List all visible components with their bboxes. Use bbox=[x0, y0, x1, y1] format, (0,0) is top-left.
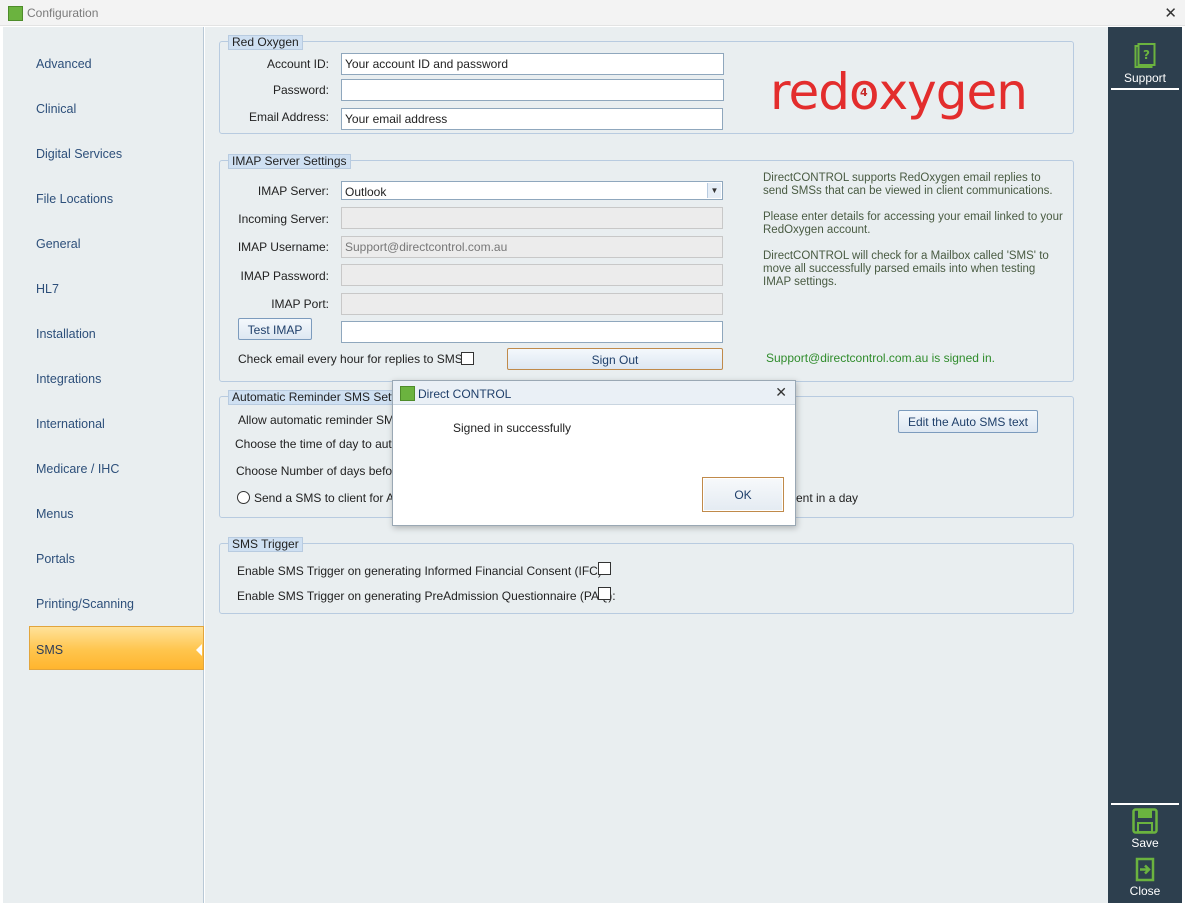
imap-group-title: IMAP Server Settings bbox=[228, 154, 351, 169]
save-label: Save bbox=[1131, 836, 1159, 850]
dialog-ok-button[interactable]: OK bbox=[702, 477, 784, 512]
support-label: Support bbox=[1123, 71, 1167, 85]
bottom-divider bbox=[1111, 803, 1179, 805]
imap-info-3-line3: IMAP settings. bbox=[763, 276, 837, 288]
window-close-icon[interactable]: ✕ bbox=[1164, 4, 1177, 22]
sidebar-item-international[interactable]: International bbox=[36, 417, 105, 431]
imap-password-field[interactable] bbox=[341, 264, 723, 286]
support-divider bbox=[1111, 88, 1179, 90]
signed-in-status: Support@directcontrol.com.au is signed i… bbox=[766, 351, 995, 365]
window-titlebar: Configuration ✕ bbox=[0, 0, 1185, 26]
incoming-server-field[interactable] bbox=[341, 207, 723, 229]
imap-username-label: IMAP Username: bbox=[237, 240, 329, 254]
ifc-trigger-label: Enable SMS Trigger on generating Informe… bbox=[237, 564, 606, 578]
dialog-message: Signed in successfully bbox=[453, 421, 572, 435]
check-email-label: Check email every hour for replies to SM… bbox=[238, 352, 472, 366]
check-email-checkbox[interactable] bbox=[461, 352, 474, 365]
test-imap-button[interactable]: Test IMAP bbox=[238, 318, 312, 340]
dialog-title: Direct CONTROL bbox=[418, 387, 512, 401]
red-oxygen-group-title: Red Oxygen bbox=[228, 35, 303, 50]
imap-server-value: Outlook bbox=[345, 185, 387, 199]
sidebar-item-hl7[interactable]: HL7 bbox=[36, 282, 59, 296]
sidebar-item-portals[interactable]: Portals bbox=[36, 552, 75, 566]
sidebar-item-installation[interactable]: Installation bbox=[36, 327, 96, 341]
password-field[interactable] bbox=[341, 79, 724, 101]
sidebar-item-advanced[interactable]: Advanced bbox=[36, 57, 92, 71]
dialog-titlebar: Direct CONTROL ✕ bbox=[393, 381, 795, 405]
imap-info-3: DirectCONTROL will check for a Mailbox c… bbox=[763, 250, 1049, 289]
dropdown-arrow-icon[interactable]: ▼ bbox=[707, 183, 721, 198]
password-label: Password: bbox=[272, 83, 329, 97]
imap-info-1-line2: send SMSs that can be viewed in client c… bbox=[763, 185, 1053, 197]
logo-four: 4 bbox=[859, 86, 868, 99]
sms-trigger-group-title: SMS Trigger bbox=[228, 537, 303, 552]
sms-trigger-group: SMS Trigger bbox=[219, 537, 1074, 614]
imap-info-2-line1: Please enter details for accessing your … bbox=[763, 211, 1063, 223]
window-title: Configuration bbox=[27, 6, 99, 20]
settings-sidebar: Advanced Clinical Digital Services File … bbox=[3, 27, 204, 903]
sign-out-button[interactable]: Sign Out bbox=[507, 348, 723, 370]
action-bar: ? Support Save Close bbox=[1108, 27, 1182, 903]
logo-text-red: red bbox=[770, 63, 850, 121]
imap-info-2-line2: RedOxygen account. bbox=[763, 224, 871, 236]
send-all-radio-label: Send a SMS to client for ALL bbox=[254, 491, 408, 505]
ifc-trigger-checkbox[interactable] bbox=[598, 562, 611, 575]
save-icon bbox=[1132, 808, 1158, 834]
imap-port-field[interactable] bbox=[341, 293, 723, 315]
sidebar-item-medicare-ihc[interactable]: Medicare / IHC bbox=[36, 462, 119, 476]
sidebar-item-integrations[interactable]: Integrations bbox=[36, 372, 101, 386]
paq-trigger-label: Enable SMS Trigger on generating PreAdmi… bbox=[237, 589, 616, 603]
imap-info-3-line1: DirectCONTROL will check for a Mailbox c… bbox=[763, 250, 1049, 262]
logo-o: o4 bbox=[849, 63, 880, 121]
app-icon bbox=[8, 6, 23, 21]
save-button[interactable]: Save bbox=[1108, 808, 1182, 850]
test-imap-result-field[interactable] bbox=[341, 321, 723, 343]
sidebar-item-printing-scanning[interactable]: Printing/Scanning bbox=[36, 597, 134, 611]
imap-password-label: IMAP Password: bbox=[240, 269, 329, 283]
email-address-label: Email Address: bbox=[248, 110, 329, 124]
redoxygen-logo: redo 4 xygen bbox=[770, 63, 1028, 121]
close-button[interactable]: Close bbox=[1108, 857, 1182, 898]
help-document-icon: ? bbox=[1134, 43, 1156, 68]
incoming-server-label: Incoming Server: bbox=[238, 212, 329, 226]
paq-trigger-checkbox[interactable] bbox=[598, 587, 611, 600]
sidebar-item-general[interactable]: General bbox=[36, 237, 80, 251]
sidebar-item-clinical[interactable]: Clinical bbox=[36, 102, 76, 116]
imap-server-dropdown[interactable]: Outlook ▼ bbox=[341, 181, 723, 200]
days-before-label: Choose Number of days before bbox=[236, 464, 403, 478]
email-address-field[interactable]: Your email address bbox=[341, 108, 723, 130]
time-of-day-label: Choose the time of day to auto bbox=[235, 437, 399, 451]
support-button[interactable]: ? Support bbox=[1108, 43, 1182, 85]
svg-text:?: ? bbox=[1143, 48, 1150, 62]
account-id-label: Account ID: bbox=[266, 57, 329, 71]
radio-option-label-right: ent in a day bbox=[796, 491, 859, 505]
imap-username-field[interactable]: Support@directcontrol.com.au bbox=[341, 236, 723, 258]
sidebar-item-file-locations[interactable]: File Locations bbox=[36, 192, 113, 206]
imap-info-2: Please enter details for accessing your … bbox=[763, 211, 1063, 237]
logo-text-xygen: xygen bbox=[878, 63, 1028, 121]
sidebar-item-sms[interactable]: SMS bbox=[29, 626, 204, 670]
dialog-app-icon bbox=[400, 386, 415, 401]
imap-port-label: IMAP Port: bbox=[271, 297, 329, 311]
allow-auto-reminder-label: Allow automatic reminder SMS bbox=[238, 413, 403, 427]
send-all-radio[interactable] bbox=[237, 491, 250, 504]
sidebar-item-digital-services[interactable]: Digital Services bbox=[36, 147, 122, 161]
close-label: Close bbox=[1129, 884, 1161, 898]
imap-server-label: IMAP Server: bbox=[257, 184, 329, 198]
imap-info-1-line1: DirectCONTROL supports RedOxygen email r… bbox=[763, 172, 1041, 184]
account-id-field[interactable]: Your account ID and password bbox=[341, 53, 724, 75]
edit-auto-sms-button[interactable]: Edit the Auto SMS text bbox=[898, 410, 1038, 433]
exit-icon bbox=[1135, 857, 1155, 882]
active-item-pointer bbox=[196, 644, 202, 656]
imap-info-3-line2: move all successfully parsed emails into… bbox=[763, 263, 1036, 275]
dialog-close-icon[interactable]: ✕ bbox=[775, 384, 787, 401]
imap-info-1: DirectCONTROL supports RedOxygen email r… bbox=[763, 172, 1053, 198]
sidebar-item-menus[interactable]: Menus bbox=[36, 507, 74, 521]
sign-in-dialog: Direct CONTROL ✕ Signed in successfully … bbox=[392, 380, 796, 526]
